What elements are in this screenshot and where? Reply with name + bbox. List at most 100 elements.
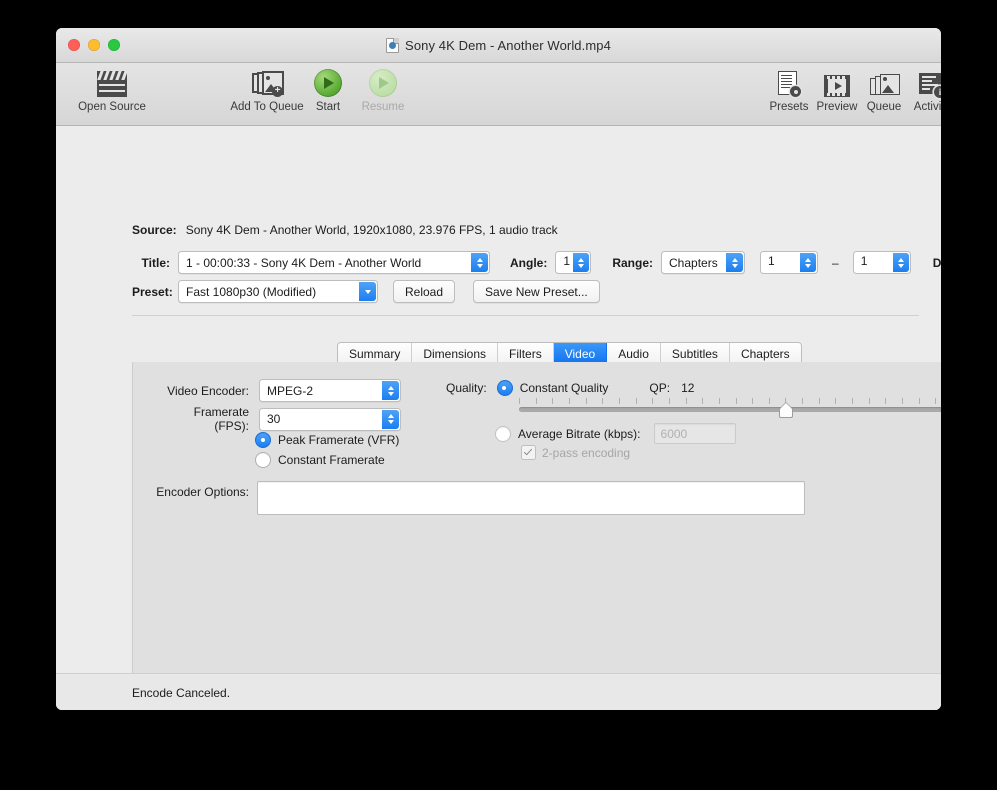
encoder-options-input[interactable] (257, 481, 805, 515)
toolbar-add-to-queue-label: Add To Queue (230, 101, 304, 113)
reload-button[interactable]: Reload (393, 280, 456, 303)
toolbar-open-source-label: Open Source (78, 101, 146, 113)
preset-popup[interactable]: Fast 1080p30 (Modified) (178, 280, 378, 303)
title-bar: Sony 4K Dem - Another World.mp4 (56, 28, 941, 63)
source-value: Sony 4K Dem - Another World, 1920x1080, … (185, 223, 558, 237)
toolbar: Open Source + Add To Queue Start Resume (56, 63, 941, 126)
two-pass-checkbox[interactable] (521, 445, 536, 460)
qp-slider-ticks (519, 398, 941, 405)
peak-framerate-option[interactable]: Peak Framerate (VFR) (255, 432, 399, 448)
framerate-value: 30 (267, 412, 281, 426)
divider (132, 315, 919, 316)
average-bitrate-input[interactable]: 6000 (653, 423, 736, 444)
duration-label: Duration: (932, 255, 941, 270)
tab-audio[interactable]: Audio (607, 343, 661, 364)
average-bitrate-row: Average Bitrate (kbps): 6000 (446, 423, 736, 444)
quality-row: Quality: Constant Quality QP: 12 (446, 380, 694, 396)
status-text: Encode Canceled. (132, 686, 231, 700)
chevron-updown-icon[interactable] (892, 253, 909, 272)
angle-label: Angle: (510, 255, 548, 270)
toolbar-presets-label: Presets (769, 101, 809, 113)
title-popup-value: 1 - 00:00:33 - Sony 4K Dem - Another Wor… (186, 255, 422, 270)
chevron-updown-icon (382, 409, 399, 429)
toolbar-activity[interactable]: i Activity (905, 67, 941, 113)
main-content: Source: Sony 4K Dem - Another World, 192… (56, 126, 941, 710)
quality-label: Quality: (446, 381, 487, 395)
title-popup[interactable]: 1 - 00:00:33 - Sony 4K Dem - Another Wor… (178, 251, 490, 274)
toolbar-resume-label: Resume (361, 101, 405, 113)
chevron-updown-icon[interactable] (573, 253, 590, 272)
chevron-updown-icon[interactable] (800, 253, 817, 272)
play-icon-disabled (369, 69, 397, 97)
average-bitrate-placeholder: 6000 (660, 426, 688, 441)
toolbar-add-to-queue[interactable]: + Add To Queue (221, 67, 313, 113)
chevron-down-icon (359, 282, 376, 301)
chevron-updown-icon (382, 381, 399, 400)
toolbar-preview-label: Preview (816, 101, 858, 113)
preset-label: Preset: (132, 284, 173, 299)
range-start-stepper[interactable]: 1 (760, 251, 819, 274)
presets-icon (777, 71, 801, 97)
constant-framerate-label: Constant Framerate (278, 453, 385, 467)
toolbar-start-label: Start (315, 101, 341, 113)
document-icon (386, 37, 400, 53)
tab-filters[interactable]: Filters (498, 343, 554, 364)
range-start-value: 1 (768, 254, 775, 268)
constant-framerate-radio[interactable] (255, 452, 271, 468)
window-title: Sony 4K Dem - Another World.mp4 (405, 37, 611, 53)
activity-icon: i (919, 73, 941, 98)
range-end-stepper[interactable]: 1 (852, 251, 911, 274)
constant-framerate-option[interactable]: Constant Framerate (255, 452, 385, 468)
range-end-value: 1 (860, 254, 868, 268)
qp-label: QP: (649, 381, 671, 395)
average-bitrate-radio[interactable] (495, 425, 511, 442)
range-popup[interactable]: Chapters (661, 251, 746, 274)
handbrake-window: Sony 4K Dem - Another World.mp4 Open Sou… (56, 28, 941, 710)
encoder-options-row: Encoder Options: (146, 481, 805, 515)
toolbar-presets[interactable]: Presets (764, 67, 814, 113)
chevron-updown-icon (726, 253, 744, 272)
video-encoder-row: Video Encoder: MPEG-2 (164, 379, 401, 402)
angle-value: 1 (563, 254, 571, 268)
video-encoder-popup[interactable]: MPEG-2 (259, 379, 401, 402)
qp-slider-thumb[interactable] (779, 403, 794, 418)
qp-slider[interactable] (519, 398, 941, 420)
tab-video[interactable]: Video (553, 343, 608, 364)
constant-quality-label: Constant Quality (519, 381, 609, 395)
source-label: Source: (132, 223, 177, 237)
constant-quality-radio[interactable] (496, 380, 513, 396)
title-label: Title: (141, 255, 170, 270)
qp-value: 12 (681, 381, 695, 395)
chevron-updown-icon (471, 253, 488, 272)
play-icon (314, 69, 342, 97)
tab-summary[interactable]: Summary (338, 343, 413, 364)
preset-row: Preset: Fast 1080p30 (Modified) Reload S… (132, 280, 600, 303)
toolbar-activity-label: Activity (913, 101, 941, 113)
tab-chapters[interactable]: Chapters (729, 343, 801, 364)
encoder-options-label: Encoder Options: (156, 485, 249, 499)
preview-icon (824, 75, 850, 97)
video-encoder-label: Video Encoder: (167, 383, 249, 398)
tab-subtitles[interactable]: Subtitles (660, 343, 730, 364)
angle-stepper[interactable]: 1 (555, 251, 592, 274)
peak-framerate-radio[interactable] (255, 432, 271, 448)
preset-value: Fast 1080p30 (Modified) (186, 284, 317, 299)
toolbar-queue-label: Queue (866, 101, 902, 113)
two-pass-option[interactable]: 2-pass encoding (521, 445, 630, 460)
toolbar-resume[interactable]: Resume (352, 67, 414, 113)
framerate-popup[interactable]: 30 (259, 407, 401, 431)
title-row: Title: 1 - 00:00:33 - Sony 4K Dem - Anot… (132, 251, 941, 274)
video-encoder-value: MPEG-2 (267, 383, 314, 398)
add-to-queue-icon: + (252, 71, 284, 97)
framerate-row: Framerate (FPS): 30 (164, 405, 401, 433)
qp-slider-track[interactable] (519, 407, 941, 412)
framerate-label: Framerate (FPS): (193, 405, 249, 433)
toolbar-open-source[interactable]: Open Source (66, 67, 158, 113)
clapperboard-icon (97, 71, 127, 97)
save-new-preset-button[interactable]: Save New Preset... (473, 280, 600, 303)
toolbar-queue[interactable]: Queue (860, 67, 908, 113)
toolbar-preview[interactable]: Preview (810, 67, 864, 113)
toolbar-start[interactable]: Start (308, 67, 348, 113)
tab-dimensions[interactable]: Dimensions (412, 343, 499, 364)
source-row: Source: Sony 4K Dem - Another World, 192… (132, 223, 558, 237)
